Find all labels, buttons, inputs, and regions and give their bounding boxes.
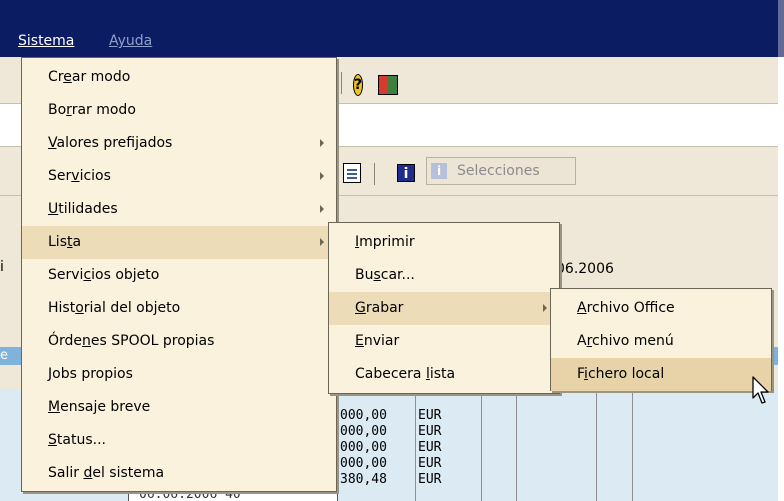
menu-item-label: Historial del objeto	[48, 300, 181, 316]
menu-ayuda-label: Ayuda	[109, 33, 153, 49]
currency-cell: EUR	[418, 440, 442, 455]
document-icon[interactable]	[343, 163, 361, 183]
currency-cell: EUR	[418, 472, 442, 487]
help-icon[interactable]: ?	[353, 74, 364, 96]
menu-item-servicios-objeto[interactable]: Servicios objeto	[22, 259, 336, 292]
menu-item-label: Enviar	[355, 333, 400, 349]
menu-item-label: Salir del sistema	[48, 465, 165, 481]
toolbar-separator	[341, 72, 342, 94]
toolbar-separator	[374, 163, 375, 185]
menu-item-label: Lista	[48, 234, 82, 250]
header-text-fragment: e	[0, 348, 8, 363]
table-row[interactable]: 000,00 EUR	[340, 424, 780, 440]
submenu-arrow-icon	[320, 205, 324, 213]
sistema-dropdown-menu: Crear modo Borrar modo Valores prefijado…	[21, 57, 337, 492]
menu-item-crear-modo[interactable]: Crear modo	[22, 61, 336, 94]
submenu-arrow-icon	[543, 304, 547, 312]
menu-item-borrar-modo[interactable]: Borrar modo	[22, 94, 336, 127]
grabar-submenu: Archivo Office Archivo menú Fichero loca…	[550, 288, 772, 391]
table-row[interactable]: 000,00 EUR	[340, 408, 780, 424]
menu-item-imprimir[interactable]: Imprimir	[329, 226, 559, 259]
selecciones-button[interactable]: i Selecciones	[426, 157, 576, 185]
info-icon-glyph: i	[403, 166, 409, 182]
selecciones-label: Selecciones	[457, 163, 540, 179]
menu-item-label: Órdenes SPOOL propias	[48, 333, 215, 349]
menu-item-lista[interactable]: Lista	[22, 226, 336, 259]
menu-item-label: Utilidades	[48, 201, 118, 217]
date-text: 06.2006	[556, 261, 614, 277]
submenu-arrow-icon	[320, 139, 324, 147]
menu-item-salir-sistema[interactable]: Salir del sistema	[22, 457, 336, 490]
menu-item-status[interactable]: Status...	[22, 424, 336, 457]
menu-item-archivo-office[interactable]: Archivo Office	[551, 292, 771, 325]
menu-item-label: Cabecera lista	[355, 366, 456, 382]
help-icon-glyph: ?	[354, 77, 363, 93]
menu-item-label: Imprimir	[355, 234, 415, 250]
menu-item-cabecera-lista[interactable]: Cabecera lista	[329, 358, 559, 391]
menu-item-label: Buscar...	[355, 267, 415, 283]
menu-item-label: Mensaje breve	[48, 399, 151, 415]
menu-item-utilidades[interactable]: Utilidades	[22, 193, 336, 226]
menu-item-fichero-local[interactable]: Fichero local	[551, 358, 771, 391]
menu-item-label: Valores prefijados	[48, 135, 173, 151]
info-disabled-icon: i	[431, 163, 447, 179]
menu-item-valores-prefijados[interactable]: Valores prefijados	[22, 127, 336, 160]
currency-cell: EUR	[418, 456, 442, 471]
table-row[interactable]: 000,00 EUR	[340, 440, 780, 456]
amount-cell: 000,00	[340, 408, 387, 423]
menu-item-archivo-menu[interactable]: Archivo menú	[551, 325, 771, 358]
amount-cell: 000,00	[340, 440, 387, 455]
submenu-arrow-icon	[320, 172, 324, 180]
menu-ayuda[interactable]: Ayuda	[109, 33, 152, 49]
menu-item-label: Servicios objeto	[48, 267, 160, 283]
table-row[interactable]: 000,00 EUR	[340, 456, 780, 472]
menu-item-buscar[interactable]: Buscar...	[329, 259, 559, 292]
menu-sistema[interactable]: Sistema	[18, 33, 74, 49]
amount-cell: 000,00	[340, 456, 387, 471]
menu-item-label: Archivo menú	[577, 333, 674, 349]
menu-item-label: Servicios	[48, 168, 111, 184]
mouse-cursor-icon	[752, 376, 769, 404]
menu-item-label: Status...	[48, 432, 106, 448]
left-text-fragment: i	[0, 259, 4, 275]
window-edge	[778, 0, 784, 57]
currency-cell: EUR	[418, 424, 442, 439]
menu-item-historial-objeto[interactable]: Historial del objeto	[22, 292, 336, 325]
menu-item-ordenes-spool[interactable]: Órdenes SPOOL propias	[22, 325, 336, 358]
menu-item-jobs-propios[interactable]: Jobs propios	[22, 358, 336, 391]
menu-item-label: Fichero local	[577, 366, 665, 382]
table-row[interactable]: 380,48 EUR	[340, 472, 780, 488]
menu-item-label: Borrar modo	[48, 102, 136, 118]
menu-item-label: Grabar	[355, 300, 404, 316]
menu-item-grabar[interactable]: Grabar	[329, 292, 559, 325]
amount-cell: 000,00	[340, 424, 387, 439]
submenu-arrow-icon	[320, 238, 324, 246]
menu-item-label: Archivo Office	[577, 300, 675, 316]
layout-menu-icon[interactable]	[378, 75, 398, 95]
currency-cell: EUR	[418, 408, 442, 423]
menu-item-enviar[interactable]: Enviar	[329, 325, 559, 358]
menu-item-servicios[interactable]: Servicios	[22, 160, 336, 193]
menu-item-mensaje-breve[interactable]: Mensaje breve	[22, 391, 336, 424]
menu-item-label: Jobs propios	[48, 366, 133, 382]
menu-sistema-label: Sistema	[18, 33, 75, 49]
info-icon[interactable]: i	[397, 164, 415, 182]
amount-cell: 380,48	[340, 472, 387, 487]
lista-submenu: Imprimir Buscar... Grabar Enviar Cabecer…	[328, 222, 560, 394]
menu-item-label: Crear modo	[48, 69, 131, 85]
